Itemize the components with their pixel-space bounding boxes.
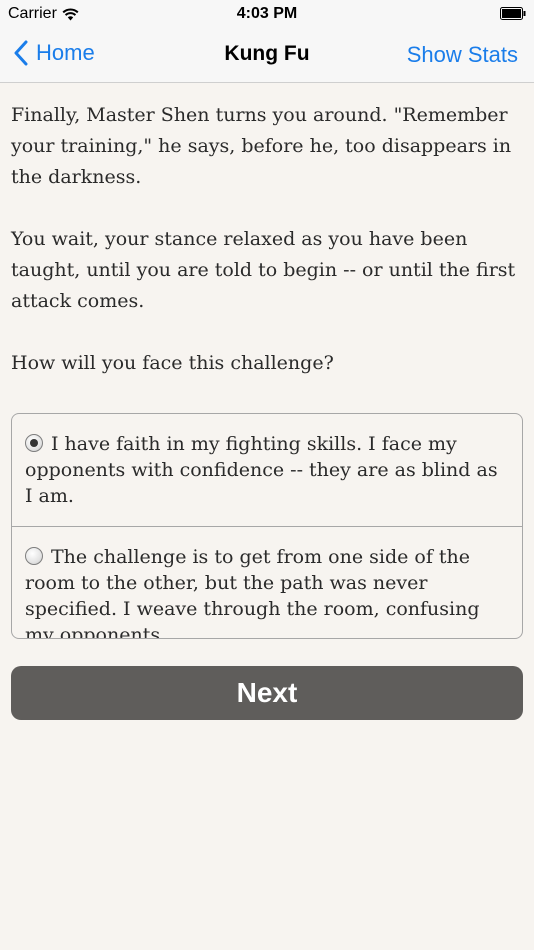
- next-button[interactable]: Next: [11, 666, 523, 720]
- navigation-bar: Home Kung Fu Show Stats: [0, 28, 534, 83]
- choice-list: I have faith in my fighting skills. I fa…: [11, 413, 523, 639]
- show-stats-button[interactable]: Show Stats: [407, 42, 518, 68]
- home-back-button[interactable]: Home: [14, 40, 95, 66]
- choice-option-2[interactable]: The challenge is to get from one side of…: [12, 526, 522, 638]
- choice-option-1[interactable]: I have faith in my fighting skills. I fa…: [12, 414, 522, 526]
- choice-text: I have faith in my fighting skills. I fa…: [25, 433, 498, 507]
- battery-icon: [500, 7, 526, 20]
- story-question: How will you face this challenge?: [11, 352, 334, 374]
- chevron-left-icon: [14, 40, 28, 66]
- story-text: Finally, Master Shen turns you around. "…: [11, 100, 523, 410]
- choice-text: The challenge is to get from one side of…: [25, 546, 480, 639]
- story-paragraph: Finally, Master Shen turns you around. "…: [11, 104, 512, 188]
- radio-checked-icon[interactable]: [25, 434, 43, 452]
- status-time: 4:03 PM: [236, 5, 298, 22]
- status-bar: Carrier 4:03 PM: [0, 0, 534, 28]
- story-paragraph: You wait, your stance relaxed as you hav…: [11, 228, 516, 312]
- home-back-label: Home: [36, 40, 95, 65]
- radio-unchecked-icon[interactable]: [25, 547, 43, 565]
